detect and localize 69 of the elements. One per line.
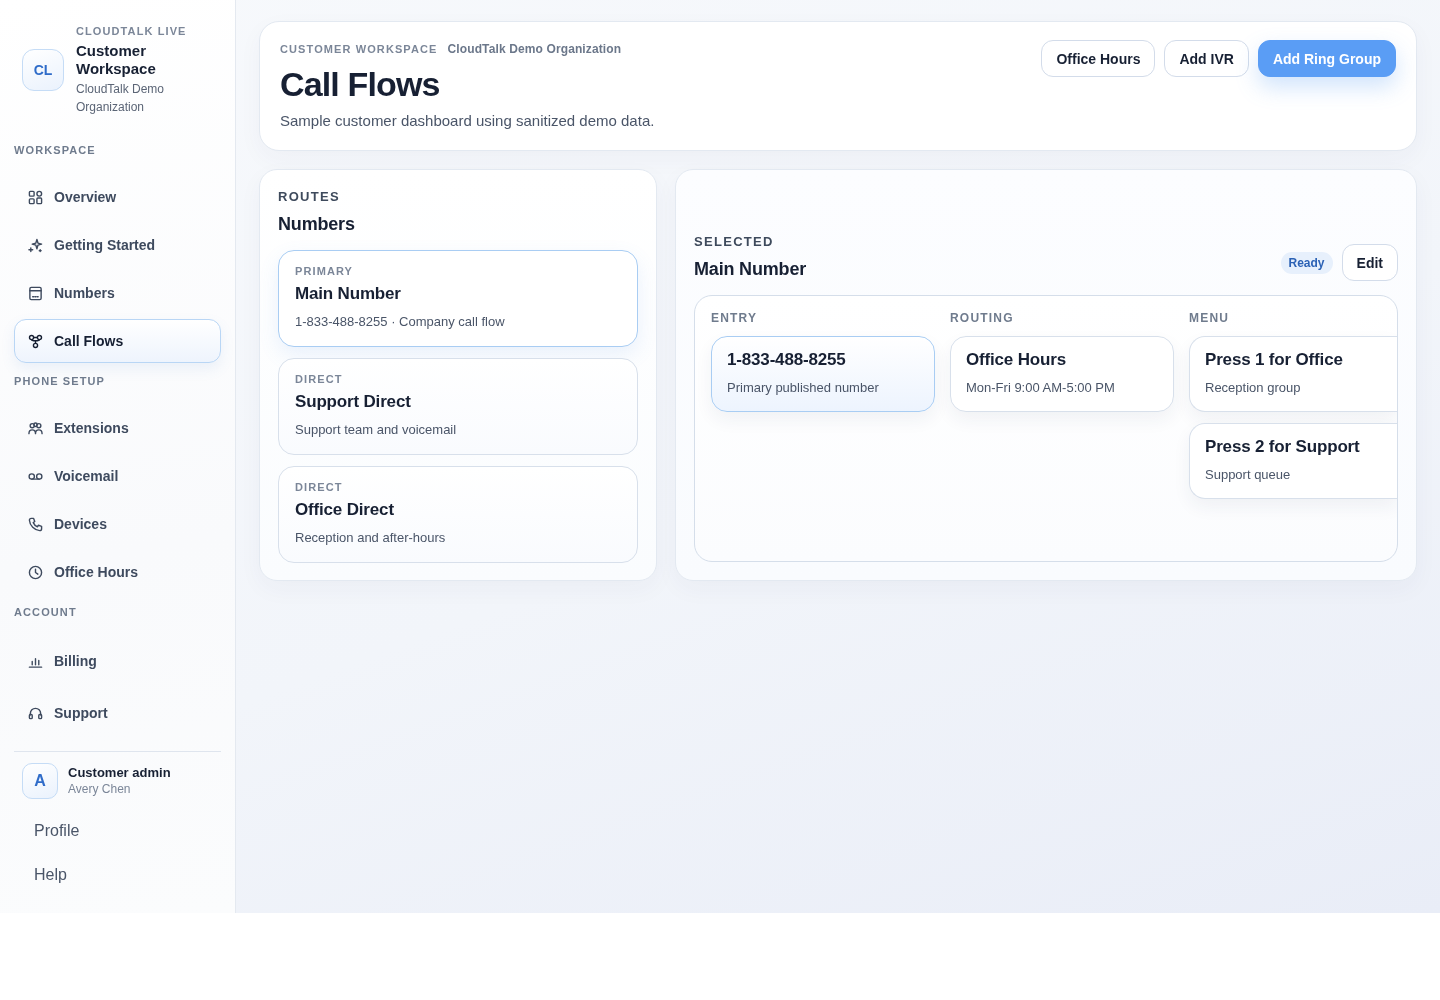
node-description: Mon-Fri 9:00 AM-5:00 PM bbox=[966, 379, 1116, 397]
node-title: 1-833-488-8255 bbox=[727, 349, 847, 371]
node-title: Press 2 for Support bbox=[1205, 436, 1361, 458]
nav-item[interactable]: Support bbox=[14, 689, 221, 737]
nav-item[interactable]: Extensions bbox=[14, 406, 221, 450]
section-eyebrow: SELECTED bbox=[694, 233, 775, 251]
nav-item[interactable]: Billing bbox=[14, 637, 221, 685]
route-card[interactable]: DIRECT Office Direct Reception and after-hours bbox=[278, 466, 638, 563]
brand-subtitle: CloudTalk Demo Organization bbox=[76, 81, 166, 116]
nav-item[interactable]: Getting Started bbox=[14, 223, 221, 267]
flow-node[interactable]: Press 2 for Support Support queue bbox=[1189, 423, 1397, 499]
nodes-icon bbox=[28, 333, 43, 349]
nav-item[interactable]: Devices bbox=[14, 502, 221, 546]
route-description: Support team and voicemail bbox=[295, 421, 458, 439]
route-name: Office Direct bbox=[295, 499, 395, 521]
user-name: Avery Chen bbox=[68, 781, 132, 798]
column-label: MENU bbox=[1189, 310, 1231, 326]
window-icon bbox=[28, 285, 43, 301]
grid-icon bbox=[28, 189, 43, 205]
user-avatar: A bbox=[22, 763, 58, 799]
section-label: ACCOUNT bbox=[14, 605, 78, 619]
flow-node[interactable]: Office Hours Mon-Fri 9:00 AM-5:00 PM bbox=[950, 336, 1174, 412]
nav-item[interactable]: Office Hours bbox=[14, 550, 221, 594]
section-label: WORKSPACE bbox=[14, 143, 97, 157]
node-description: Reception group bbox=[1205, 379, 1302, 397]
action-button[interactable]: Add IVR bbox=[1164, 40, 1249, 77]
logo-tile: CL bbox=[22, 49, 64, 91]
route-type: PRIMARY bbox=[295, 264, 355, 278]
column-label: ROUTING bbox=[950, 310, 1015, 326]
nav-item[interactable]: Call Flows bbox=[14, 319, 221, 363]
section-eyebrow: ROUTES bbox=[278, 188, 341, 206]
node-title: Press 1 for Office bbox=[1205, 349, 1344, 371]
route-description: Reception and after-hours bbox=[295, 529, 447, 547]
edit-button[interactable]: Edit bbox=[1341, 244, 1398, 281]
section-title: Main Number bbox=[694, 258, 807, 281]
route-card[interactable]: DIRECT Support Direct Support team and voicemail bbox=[278, 358, 638, 455]
people-icon bbox=[28, 420, 43, 436]
route-description: 1-833-488-8255 · Company call flow bbox=[295, 313, 506, 331]
route-type: DIRECT bbox=[295, 372, 344, 386]
flow-node[interactable]: 1-833-488-8255 Primary published number bbox=[711, 336, 935, 412]
headset-icon bbox=[28, 705, 43, 721]
nav-item[interactable]: Voicemail bbox=[14, 454, 221, 498]
sidebar-link[interactable]: Profile bbox=[14, 809, 221, 853]
sidebar-link[interactable]: Help bbox=[14, 853, 221, 897]
user-role: Customer admin bbox=[68, 764, 171, 781]
sparkle-icon bbox=[28, 237, 43, 253]
phone-icon bbox=[28, 516, 43, 532]
column-label: ENTRY bbox=[711, 310, 759, 326]
node-description: Support queue bbox=[1205, 466, 1292, 484]
brand-eyebrow: CLOUDTALK LIVE bbox=[76, 24, 188, 38]
organization-name: CloudTalk Demo Organization bbox=[447, 42, 622, 56]
node-title: Office Hours bbox=[966, 349, 1067, 371]
section-title: Numbers bbox=[278, 213, 356, 236]
route-type: DIRECT bbox=[295, 480, 344, 494]
flow-node[interactable]: Press 1 for Office Reception group bbox=[1189, 336, 1397, 412]
route-name: Support Direct bbox=[295, 391, 412, 413]
page-eyebrow: CUSTOMER WORKSPACE bbox=[280, 42, 438, 56]
section-label: PHONE SETUP bbox=[14, 374, 106, 388]
action-button[interactable]: Office Hours bbox=[1041, 40, 1156, 77]
route-card[interactable]: PRIMARY Main Number 1-833-488-8255 · Company call flow bbox=[278, 250, 638, 347]
status-badge: Ready bbox=[1280, 251, 1333, 274]
node-description: Primary published number bbox=[727, 379, 880, 397]
nav-item[interactable]: Overview bbox=[14, 175, 221, 219]
route-name: Main Number bbox=[295, 283, 402, 305]
brand-title: Customer Workspace bbox=[76, 42, 157, 78]
clock-icon bbox=[28, 564, 43, 580]
page-subtitle: Sample customer dashboard using sanitized demo data. bbox=[280, 111, 655, 131]
page-title: Call Flows bbox=[280, 64, 441, 104]
nav-item[interactable]: Numbers bbox=[14, 271, 221, 315]
